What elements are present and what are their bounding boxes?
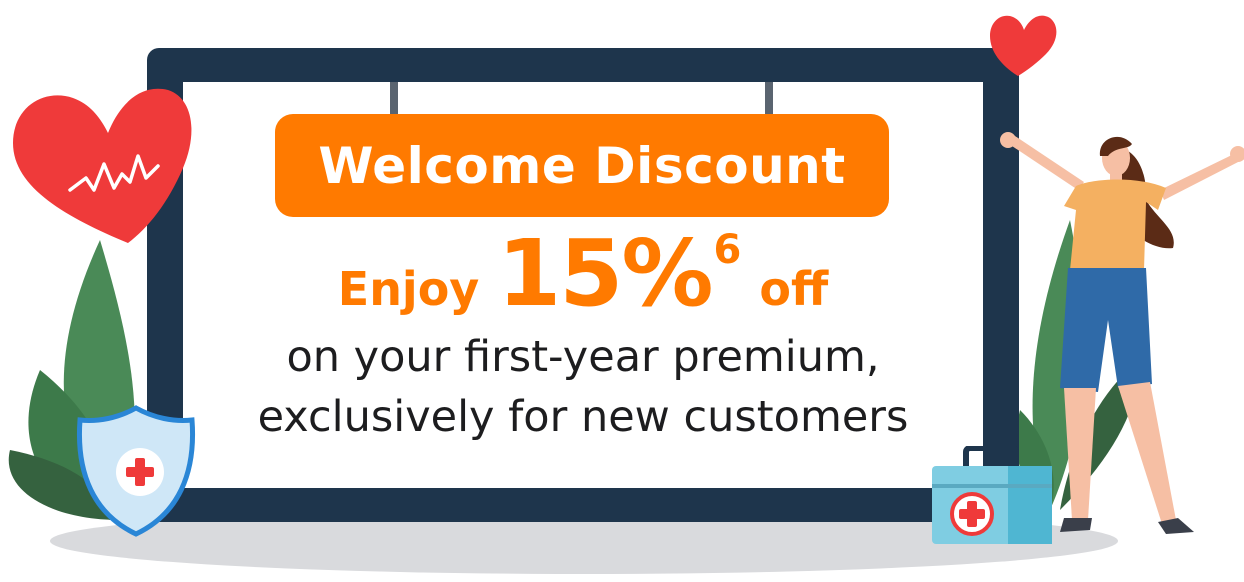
description-line-2: exclusively for new customers [257, 392, 909, 442]
heart-icon [13, 88, 192, 244]
offer-prefix: Enjoy [337, 262, 480, 316]
banner-title: Welcome Discount [318, 136, 846, 195]
banner-hanger-right [765, 82, 773, 116]
offer-suffix: off [759, 262, 829, 316]
small-heart-icon [990, 15, 1057, 76]
shield-cross-icon [76, 405, 196, 537]
banner-hanger-left [390, 82, 398, 116]
offer-value-group: 15%6 [497, 220, 741, 327]
offer-value: 15% [497, 220, 713, 327]
description-line-1: on your first-year premium, [286, 332, 880, 382]
promo-scene: Welcome Discount Enjoy 15%6 off on your … [0, 0, 1244, 582]
welcome-banner: Welcome Discount [275, 114, 889, 217]
woman-illustration [1000, 132, 1244, 534]
offer-footnote: 6 [713, 227, 742, 273]
offer-headline: Enjoy 15%6 off [183, 220, 983, 327]
